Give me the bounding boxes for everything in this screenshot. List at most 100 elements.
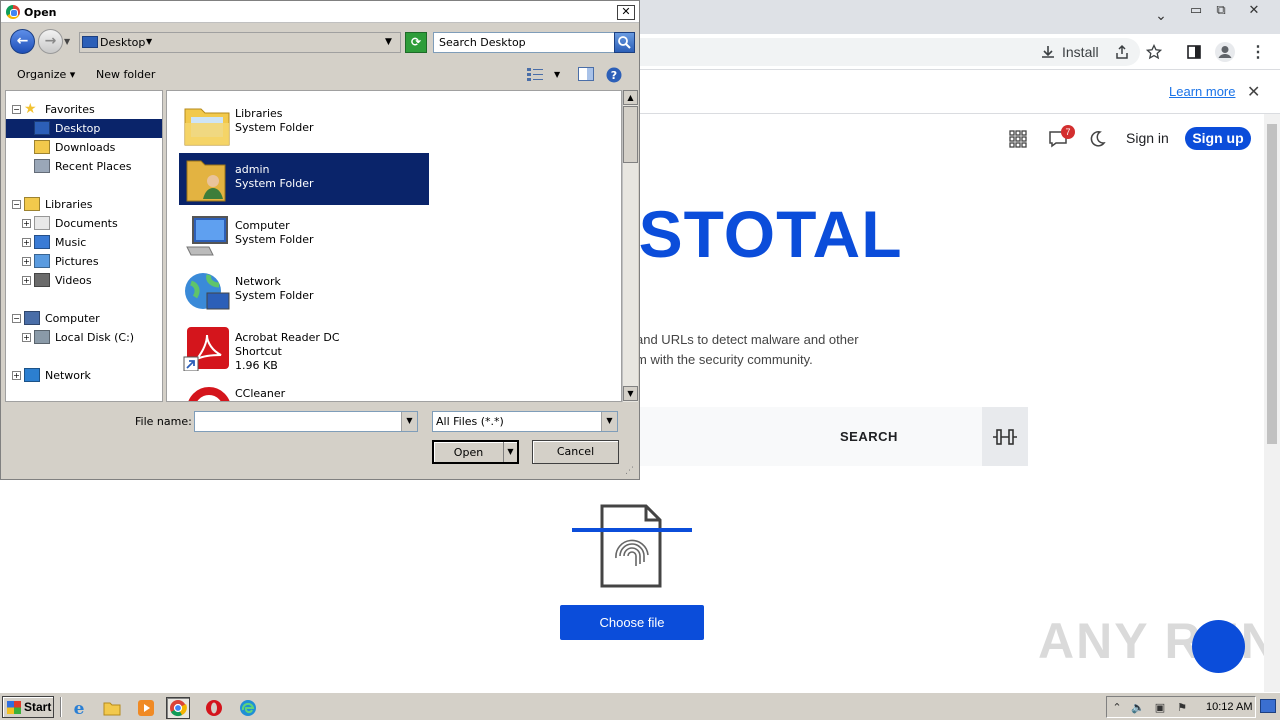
nav-item-desktop[interactable]: Desktop xyxy=(6,119,162,138)
nav-item-favorites[interactable]: − ★ Favorites xyxy=(6,100,162,119)
dialog-close-button[interactable]: ✕ xyxy=(617,5,635,20)
nav-item-libraries[interactable]: − Libraries xyxy=(6,195,162,214)
chat-fab-button[interactable] xyxy=(1192,620,1245,673)
file-item-acrobat-reader-dc[interactable]: Acrobat Reader DC Shortcut 1.96 KB xyxy=(179,321,429,373)
description-line: m with the security community. xyxy=(636,352,813,367)
show-hidden-icons-icon[interactable]: ⌃ xyxy=(1110,701,1124,715)
collapse-icon[interactable]: − xyxy=(12,314,21,323)
search-desktop-field[interactable]: Search Desktop xyxy=(433,32,615,53)
file-size: 1.96 KB xyxy=(235,359,278,372)
restore-window-icon[interactable]: ⧉ xyxy=(1207,0,1235,20)
nav-item-network[interactable]: + Network xyxy=(6,366,162,385)
choose-file-button[interactable]: Choose file xyxy=(560,605,704,640)
back-arrow-icon[interactable]: ← xyxy=(10,29,35,54)
search-input[interactable] xyxy=(630,407,982,466)
file-name: admin xyxy=(235,163,270,176)
nav-item-documents[interactable]: + Documents xyxy=(6,214,162,233)
page-scrollbar[interactable] xyxy=(1264,114,1280,692)
scrollbar-thumb[interactable] xyxy=(623,106,638,163)
file-name-input[interactable]: ▼ xyxy=(194,411,418,432)
browser-menu-icon[interactable]: ⋮ xyxy=(1250,34,1266,70)
file-item-network[interactable]: Network System Folder xyxy=(179,265,429,317)
expand-icon[interactable]: + xyxy=(22,257,31,266)
forward-arrow-icon[interactable]: → xyxy=(38,29,63,54)
expand-icon[interactable]: + xyxy=(22,219,31,228)
new-folder-button[interactable]: New folder xyxy=(96,68,155,81)
view-dropdown-icon[interactable]: ▼ xyxy=(554,70,560,79)
address-dropdown-icon[interactable]: ▼ xyxy=(385,37,392,47)
share-icon[interactable] xyxy=(1114,34,1130,70)
file-type-dropdown-icon[interactable]: ▼ xyxy=(601,412,617,431)
nav-item-recent-places[interactable]: Recent Places xyxy=(6,157,162,176)
network-tray-icon[interactable]: ▣ xyxy=(1153,701,1167,715)
nav-item-videos[interactable]: + Videos xyxy=(6,271,162,290)
chrome-icon[interactable] xyxy=(166,697,190,719)
dark-mode-moon-icon[interactable] xyxy=(1088,126,1106,152)
side-panel-icon[interactable] xyxy=(1186,34,1202,70)
volume-icon[interactable]: 🔈 xyxy=(1131,701,1145,715)
nav-item-pictures[interactable]: + Pictures xyxy=(6,252,162,271)
view-options-icon[interactable] xyxy=(527,67,543,84)
scroll-up-arrow-icon[interactable]: ▲ xyxy=(623,90,638,105)
search-button[interactable]: SEARCH xyxy=(840,429,898,444)
action-center-flag-icon[interactable]: ⚑ xyxy=(1175,701,1189,715)
help-icon[interactable]: ? xyxy=(606,67,622,86)
location-label[interactable]: Desktop xyxy=(100,36,145,49)
minimize-window-icon[interactable]: ▭ xyxy=(1182,0,1210,20)
breadcrumb-chevron-icon[interactable]: ▼ xyxy=(146,37,152,46)
expand-icon[interactable]: + xyxy=(12,371,21,380)
open-button[interactable]: Open ▼ xyxy=(432,440,519,464)
sign-up-button[interactable]: Sign up xyxy=(1185,127,1251,150)
expand-icon[interactable]: + xyxy=(22,238,31,247)
user-folder-icon xyxy=(183,157,231,203)
expand-icon[interactable]: + xyxy=(22,276,31,285)
start-button[interactable]: Start xyxy=(2,696,54,718)
collapse-icon[interactable]: − xyxy=(12,105,21,114)
show-desktop-icon[interactable] xyxy=(1260,699,1276,713)
internet-explorer-icon[interactable]: e xyxy=(67,697,91,719)
opera-icon[interactable] xyxy=(202,697,226,719)
recent-locations-chevron-icon[interactable]: ▼ xyxy=(64,37,70,46)
file-item-libraries[interactable]: Libraries System Folder xyxy=(179,97,429,149)
media-player-icon[interactable] xyxy=(134,697,158,719)
learn-more-link[interactable]: Learn more xyxy=(1169,84,1235,99)
refresh-icon[interactable]: ⟳ xyxy=(405,32,427,53)
profile-avatar-icon[interactable] xyxy=(1214,34,1236,70)
resize-grip-icon[interactable]: ⋰ xyxy=(625,466,634,476)
install-app-button[interactable]: Install xyxy=(1040,34,1099,70)
preview-pane-icon[interactable] xyxy=(578,67,594,84)
file-list-scrollbar[interactable]: ▲ ▼ xyxy=(622,90,638,402)
file-item-admin[interactable]: admin System Folder xyxy=(179,153,429,205)
apps-grid-icon[interactable] xyxy=(1009,126,1027,152)
collapse-icon[interactable]: − xyxy=(12,200,21,209)
open-split-dropdown-icon[interactable]: ▼ xyxy=(503,442,517,462)
tab-search-chevron-icon[interactable]: ⌄ xyxy=(1150,8,1172,26)
scroll-down-arrow-icon[interactable]: ▼ xyxy=(623,386,638,401)
nav-item-label: Documents xyxy=(55,217,118,230)
clock[interactable]: 10:12 AM xyxy=(1206,701,1252,713)
scrollbar-thumb[interactable] xyxy=(1267,124,1277,444)
infobar-close-icon[interactable]: ✕ xyxy=(1247,82,1260,101)
nav-item-computer[interactable]: − Computer xyxy=(6,309,162,328)
search-icon[interactable] xyxy=(614,32,635,53)
windows-logo-icon xyxy=(7,700,21,714)
nav-item-downloads[interactable]: Downloads xyxy=(6,138,162,157)
file-item-ccleaner[interactable]: CCleanerShortcut xyxy=(179,377,429,402)
file-item-computer[interactable]: Computer System Folder xyxy=(179,209,429,261)
file-name-dropdown-icon[interactable]: ▼ xyxy=(401,412,417,431)
cancel-button[interactable]: Cancel xyxy=(532,440,619,464)
expand-icon[interactable]: + xyxy=(22,333,31,342)
dialog-titlebar[interactable]: Open ✕ xyxy=(1,1,639,23)
edge-icon[interactable] xyxy=(236,697,260,719)
location-breadcrumb[interactable]: Desktop ▼ ▼ xyxy=(79,32,401,53)
file-explorer-icon[interactable] xyxy=(100,697,124,719)
organize-button[interactable]: Organize ▾ xyxy=(17,68,75,81)
sign-in-link[interactable]: Sign in xyxy=(1126,130,1169,146)
close-window-icon[interactable]: ✕ xyxy=(1240,0,1268,20)
advanced-search-icon[interactable] xyxy=(982,407,1028,466)
file-type-select[interactable]: All Files (*.*) ▼ xyxy=(432,411,618,432)
nav-item-music[interactable]: + Music xyxy=(6,233,162,252)
nav-item-local-disk-c[interactable]: + Local Disk (C:) xyxy=(6,328,162,347)
bookmark-star-icon[interactable] xyxy=(1146,34,1162,70)
file-type: Shortcut xyxy=(235,401,282,402)
